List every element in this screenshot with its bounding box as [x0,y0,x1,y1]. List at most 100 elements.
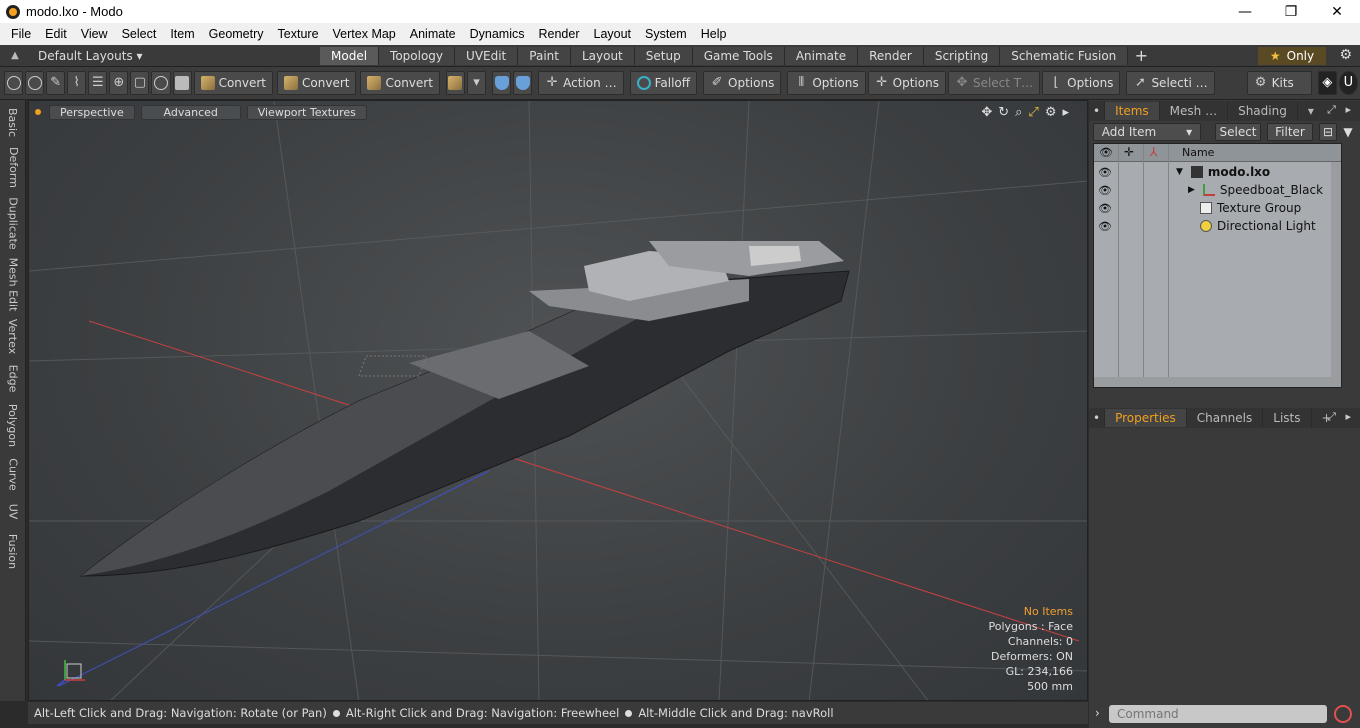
kits-button[interactable]: ⚙ Kits [1246,71,1312,95]
rotate-icon[interactable]: ↻ [998,105,1009,120]
mesh-cube-button[interactable] [445,71,465,95]
tab-uvedit[interactable]: UVEdit [455,46,519,65]
snapping-options-button[interactable]: ⫴ Options [787,71,866,95]
gear-icon[interactable]: ⚙ [1339,47,1352,63]
default-layouts-dropdown[interactable]: Default Layouts ▾ [30,49,320,63]
menu-file[interactable]: File [4,27,38,41]
add-item-button[interactable]: Add Item ▾ [1093,123,1201,141]
viewport-settings-gear-icon[interactable]: ⚙ [1045,105,1057,120]
viewport-textures-dropdown[interactable]: Viewport Textures [246,104,367,120]
panel-window-controls-icon[interactable]: ⤢ ▸ [1327,103,1354,117]
zoom-icon[interactable]: ⌕ [1015,105,1022,120]
list-item-directional-light[interactable]: 👁 Directional Light [1094,217,1341,235]
menu-system[interactable]: System [638,27,694,41]
menu-vertex-map[interactable]: Vertex Map [326,27,403,41]
close-button[interactable]: ✕ [1314,0,1360,23]
convert-button-3[interactable]: Convert [360,71,440,95]
speedboat-deck[interactable] [81,286,669,576]
select-polygons-button[interactable]: ✎ [46,71,66,95]
command-input[interactable] [1109,705,1327,723]
expand-triangle-icon[interactable]: ▼ [1176,167,1183,177]
unity-button[interactable]: ◈ [1317,71,1337,95]
record-macro-icon[interactable] [1334,705,1352,723]
shade-button[interactable] [172,71,192,95]
tab-setup[interactable]: Setup [634,46,693,65]
vtab-curve[interactable]: Curve [3,454,23,494]
visibility-eye-icon[interactable]: 👁 [1098,166,1112,179]
vtab-vertex[interactable]: Vertex [3,316,23,356]
panel-window-controls-icon[interactable]: ⤢ ▸ [1327,410,1354,424]
filter-button[interactable]: Filter [1267,123,1313,141]
vtab-mesh-edit[interactable]: Mesh Edit [3,256,23,312]
item-list-vertical-scrollbar[interactable] [1331,162,1341,377]
select-materials-button[interactable]: ☰ [88,71,108,95]
tab-shading[interactable]: Shading [1228,102,1298,120]
list-item-speedboat[interactable]: 👁 ▶ Speedboat_Black [1094,181,1341,199]
tab-scripting[interactable]: Scripting [923,46,1001,65]
panel-tabs-chevron-down-icon[interactable]: ▾ [1298,102,1324,120]
menu-texture[interactable]: Texture [271,27,326,41]
menu-select[interactable]: Select [115,27,164,41]
visibility-eye-icon[interactable]: 👁 [1098,202,1112,215]
pan-icon[interactable]: ✥ [981,105,992,120]
perspective-dropdown[interactable]: Perspective [49,104,135,120]
minimize-button[interactable]: — [1222,0,1268,23]
vtab-basic[interactable]: Basic [3,104,23,140]
menu-dynamics[interactable]: Dynamics [463,27,532,41]
vtab-edge[interactable]: Edge [3,360,23,396]
menu-edit[interactable]: Edit [38,27,74,41]
tab-model[interactable]: Model [320,46,380,65]
pivot-options-button[interactable]: ⌊ Options [1042,71,1121,95]
menu-render[interactable]: Render [532,27,587,41]
collapse-all-icon[interactable]: ⊟ [1319,123,1337,141]
menu-geometry[interactable]: Geometry [202,27,271,41]
select-button[interactable]: Select [1215,123,1261,141]
visibility-eye-icon[interactable]: 👁 [1098,184,1112,197]
panel-menu-dot-icon[interactable]: • [1089,409,1106,427]
tab-channels[interactable]: Channels [1187,409,1264,427]
only-toggle[interactable]: ★ Only [1258,47,1326,65]
vtab-duplicate[interactable]: Duplicate [3,194,23,252]
tab-schematic-fusion[interactable]: Schematic Fusion [1000,46,1129,65]
workplane-button[interactable] [513,71,533,95]
selection-sets-button[interactable]: ➚ Selecti … [1126,71,1215,95]
funnel-filter-icon[interactable]: ▼ [1339,123,1357,141]
layout-collapse-icon[interactable]: ▲ [0,50,30,61]
edge-button[interactable] [151,71,171,95]
menu-item[interactable]: Item [163,27,201,41]
tab-render[interactable]: Render [858,46,924,65]
pivot-button[interactable]: ▢ [130,71,150,95]
falloff-button[interactable]: Falloff [629,71,698,95]
action-center-button[interactable]: ✛ Action … [538,71,624,95]
list-item-texture-group[interactable]: 👁 Texture Group [1094,199,1341,217]
convert-button-1[interactable]: Convert [193,71,274,95]
vtab-polygon[interactable]: Polygon [3,400,23,450]
expand-triangle-icon[interactable]: ▶ [1188,185,1195,195]
symmetry-button[interactable] [492,71,512,95]
unreal-button[interactable]: U [1338,71,1358,95]
list-item-scene[interactable]: 👁 ▼ modo.lxo [1094,163,1341,181]
tab-lists[interactable]: Lists [1263,409,1312,427]
3d-viewport[interactable]: Perspective Advanced Viewport Textures ✥… [28,100,1088,701]
falloff-options-button[interactable]: ✐ Options [703,71,782,95]
tab-game-tools[interactable]: Game Tools [692,46,785,65]
vtab-fusion[interactable]: Fusion [3,528,23,574]
tab-topology[interactable]: Topology [379,46,456,65]
add-tab-plus-icon[interactable]: + [1128,46,1154,65]
tab-layout[interactable]: Layout [570,46,635,65]
menu-layout[interactable]: Layout [587,27,639,41]
maximize-button[interactable]: ❐ [1268,0,1314,23]
visibility-eye-icon[interactable]: 👁 [1098,220,1112,233]
item-list-horizontal-scrollbar[interactable] [1094,377,1341,387]
menu-view[interactable]: View [74,27,115,41]
mesh-dropdown-button[interactable]: ▾ [466,71,487,95]
vtab-deform[interactable]: Deform [3,144,23,190]
advanced-shading-dropdown[interactable]: Advanced [140,104,241,120]
viewport-menu-dot-icon[interactable] [35,109,41,115]
center-button[interactable]: ⊕ [109,71,129,95]
transform-options-button[interactable]: ✛ Options [867,71,946,95]
select-edges-button[interactable] [25,71,45,95]
viewport-expand-icon[interactable]: ▸ [1062,105,1069,120]
select-vertices-button[interactable] [4,71,24,95]
tab-items[interactable]: Items [1105,102,1160,120]
